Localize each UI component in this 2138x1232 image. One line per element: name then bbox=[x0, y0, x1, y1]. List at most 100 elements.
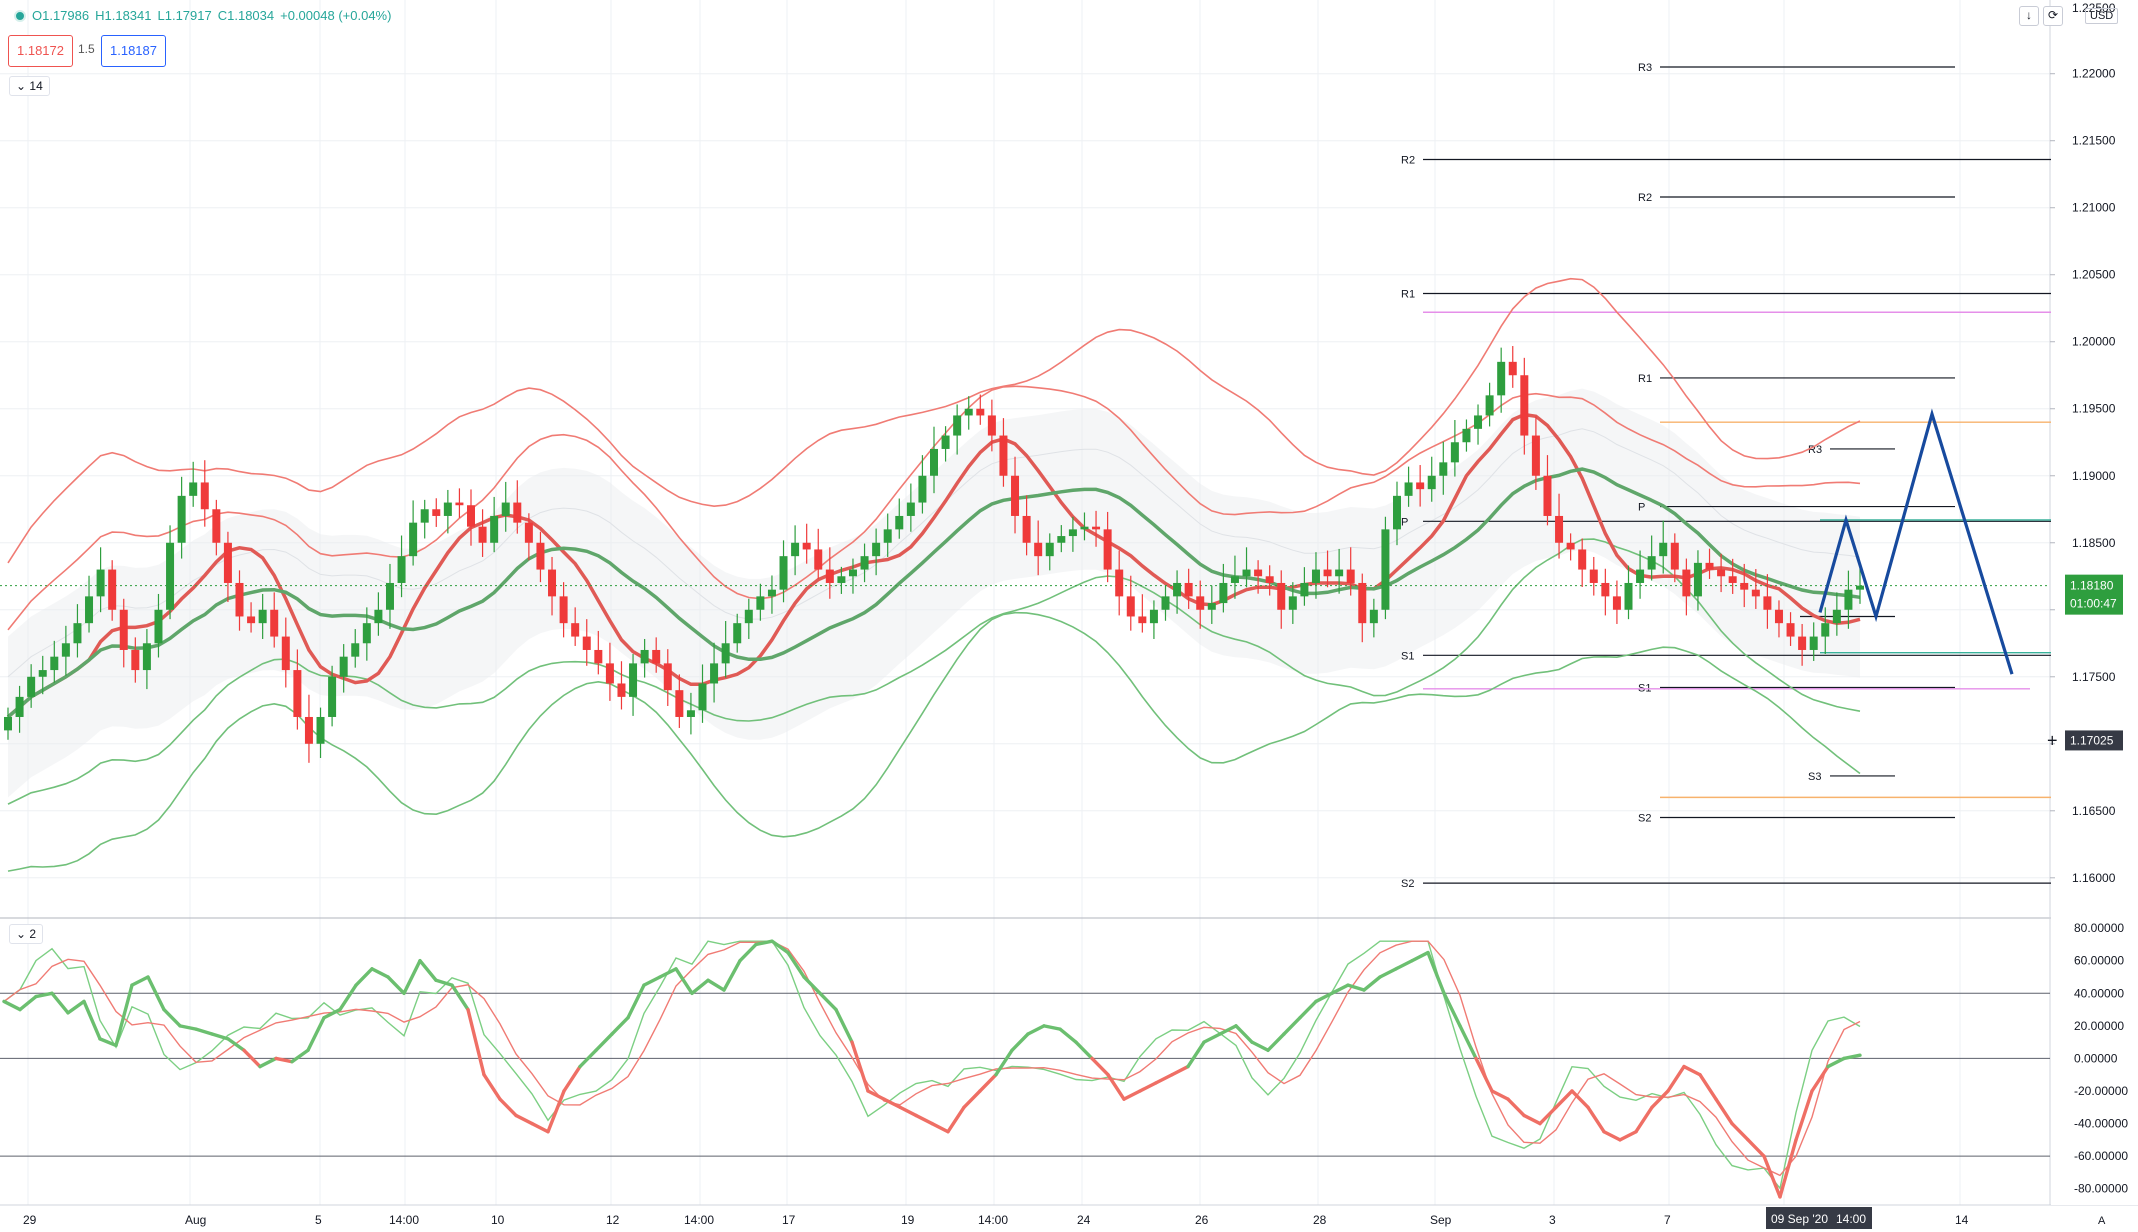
candle-body bbox=[1045, 542, 1054, 557]
candle-body bbox=[501, 502, 510, 516]
candle-body bbox=[1774, 609, 1783, 624]
time-tick-label: Aug bbox=[185, 1213, 206, 1227]
candle-body bbox=[1242, 569, 1251, 577]
candle-body bbox=[999, 435, 1008, 476]
candle-body bbox=[1578, 549, 1587, 570]
candle-body bbox=[802, 542, 811, 550]
time-tick-label: 14:00 bbox=[684, 1213, 714, 1227]
candle-body bbox=[270, 609, 279, 637]
candle-body bbox=[1404, 482, 1413, 496]
candle-body bbox=[1798, 636, 1807, 650]
candle-body bbox=[987, 415, 996, 436]
candle-body bbox=[872, 542, 881, 557]
time-tick-label: 14:00 bbox=[389, 1213, 419, 1227]
sell-button[interactable]: 1.18172 bbox=[8, 35, 73, 67]
candle-body bbox=[1763, 596, 1772, 610]
osc-tick-label: 60.00000 bbox=[2074, 954, 2124, 968]
candle-body bbox=[1693, 562, 1702, 597]
candle-body bbox=[675, 690, 684, 717]
crosshair-time-label: 09 Sep '20 bbox=[1771, 1212, 1828, 1226]
candle-body bbox=[1369, 609, 1378, 624]
candle-body bbox=[629, 663, 638, 697]
buy-button[interactable]: 1.18187 bbox=[101, 35, 166, 67]
pivot-label: R1 bbox=[1401, 288, 1415, 300]
candle-body bbox=[293, 670, 302, 717]
candle-body bbox=[1149, 609, 1158, 624]
pivot-label: S2 bbox=[1401, 878, 1414, 890]
reload-icon[interactable]: ⟳ bbox=[2043, 6, 2063, 26]
osc-tick-label: -80.00000 bbox=[2074, 1182, 2128, 1196]
candle-body bbox=[212, 509, 221, 543]
candle-body bbox=[1358, 582, 1367, 624]
candle-body bbox=[85, 596, 94, 624]
pivot-label: S2 bbox=[1638, 812, 1651, 824]
candle-body bbox=[1138, 616, 1147, 624]
candle-body bbox=[397, 556, 406, 583]
candle-body bbox=[906, 502, 915, 516]
candle-body bbox=[1335, 569, 1344, 577]
candle-body bbox=[119, 609, 128, 650]
candle-body bbox=[223, 542, 232, 583]
time-tick-label: Sep bbox=[1430, 1213, 1452, 1227]
candle-body bbox=[385, 582, 394, 610]
ohlc-change: +0.00048 (+0.04%) bbox=[280, 8, 392, 23]
candle-body bbox=[663, 663, 672, 691]
ohlc-legend: O1.17986 H1.18341 L1.17917 C1.18034 +0.0… bbox=[14, 8, 391, 23]
chart-canvas[interactable]: R3R2R2R1R1R3PPS1S1S3S2S2 1.220001.215001… bbox=[0, 0, 2138, 1232]
candle-body bbox=[1555, 515, 1564, 543]
candle-body bbox=[1450, 442, 1459, 463]
candle-body bbox=[1254, 569, 1263, 577]
candle-body bbox=[524, 522, 533, 543]
candle-body bbox=[200, 482, 209, 510]
candle-body bbox=[1057, 536, 1066, 543]
osc-tick-label: -60.00000 bbox=[2074, 1149, 2128, 1163]
chevron-down-icon: ⌄ bbox=[16, 79, 27, 93]
current-price-label: 1.18180 bbox=[2070, 579, 2114, 593]
pivot-label: R2 bbox=[1401, 154, 1415, 166]
time-tick-label: 14 bbox=[1955, 1213, 1969, 1227]
crosshair-plus-icon: + bbox=[2047, 730, 2058, 750]
candle-body bbox=[744, 609, 753, 624]
candle-body bbox=[1566, 542, 1575, 550]
candle-body bbox=[108, 569, 117, 610]
currency-label[interactable]: USD bbox=[2085, 8, 2119, 24]
indicator-toggle-main[interactable]: ⌄ 14 bbox=[9, 76, 50, 96]
candle-body bbox=[1543, 475, 1552, 516]
candle-body bbox=[1589, 569, 1598, 583]
candle-body bbox=[455, 502, 464, 506]
osc-tick-label: 80.00000 bbox=[2074, 921, 2124, 935]
symbol-status-icon bbox=[14, 9, 26, 22]
pivot-label: R2 bbox=[1638, 192, 1652, 204]
time-tick-label: 19 bbox=[901, 1213, 915, 1227]
price-tick-label: 1.19500 bbox=[2072, 402, 2116, 416]
indicator-toggle-osc[interactable]: ⌄ 2 bbox=[9, 924, 44, 944]
candle-body bbox=[1207, 603, 1216, 610]
candle-body bbox=[177, 495, 186, 543]
price-tick-label: 1.16000 bbox=[2072, 871, 2116, 885]
candle-body bbox=[443, 502, 452, 516]
candle-body bbox=[848, 569, 857, 577]
arrow-down-icon[interactable]: ↓ bbox=[2019, 6, 2039, 26]
candle-body bbox=[235, 582, 244, 617]
candle-body bbox=[733, 623, 742, 644]
candle-body bbox=[964, 408, 973, 416]
price-tick-label: 1.20500 bbox=[2072, 268, 2116, 282]
candle-body bbox=[1821, 623, 1830, 637]
candle-body bbox=[131, 649, 140, 671]
candle-body bbox=[1809, 636, 1818, 650]
candle-body bbox=[142, 643, 151, 671]
candle-body bbox=[1601, 582, 1610, 597]
candle-body bbox=[1161, 596, 1170, 610]
candle-body bbox=[1277, 582, 1286, 610]
candle-body bbox=[1520, 375, 1529, 436]
pivot-label: S1 bbox=[1401, 650, 1414, 662]
candle-body bbox=[559, 596, 568, 624]
time-tick-label: 17 bbox=[782, 1213, 796, 1227]
candle-body bbox=[918, 475, 927, 503]
indicator-label: 2 bbox=[29, 927, 37, 941]
candle-body bbox=[61, 643, 70, 657]
candle-body bbox=[582, 636, 591, 650]
candle-body bbox=[328, 676, 337, 717]
candle-body bbox=[1497, 361, 1506, 396]
time-tick-label: 14:00 bbox=[978, 1213, 1008, 1227]
